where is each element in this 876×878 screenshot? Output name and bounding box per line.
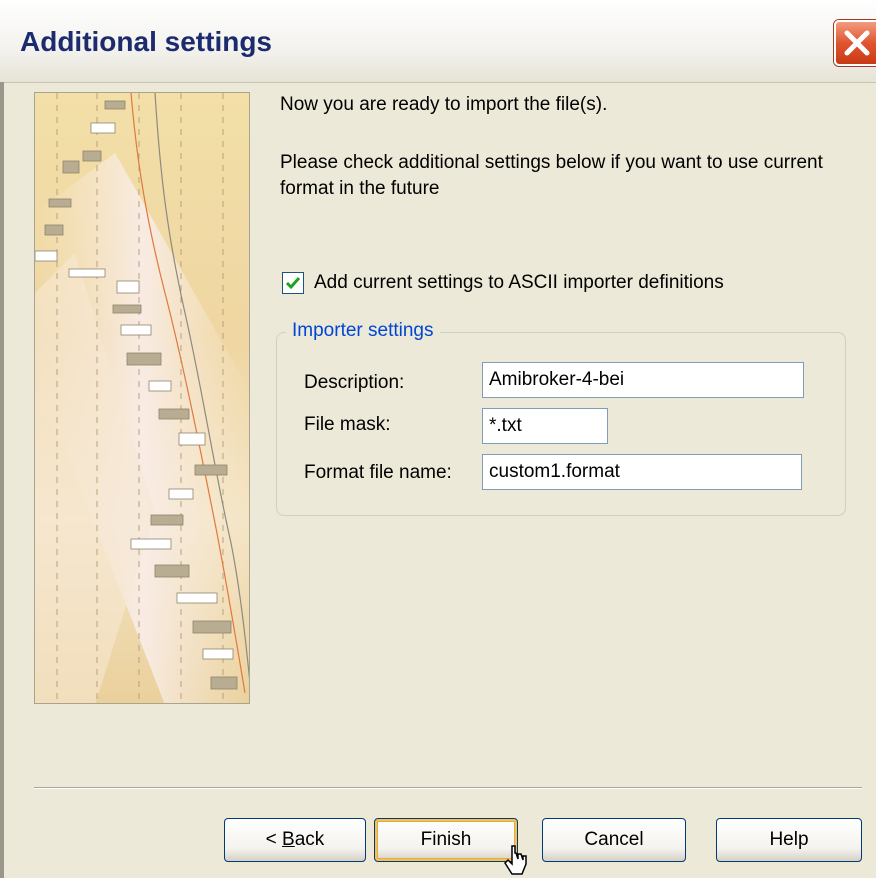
add-settings-checkbox[interactable] [282,272,304,294]
help-button[interactable]: Help [716,818,862,862]
chart-artwork [35,93,249,703]
importer-settings-legend: Importer settings [286,320,440,342]
finish-button[interactable]: Finish [374,818,518,862]
window-left-border [0,82,4,878]
checkmark-icon [285,277,301,290]
format-file-name-input[interactable]: custom1.format [482,454,802,490]
close-icon [844,30,870,56]
button-separator [34,787,862,789]
description-label: Description: [304,372,405,393]
format-file-name-label: Format file name: [304,462,452,483]
description-input[interactable]: Amibroker-4-bei [482,362,804,398]
back-button-prefix: < [265,829,283,850]
back-button-rest: ack [294,829,325,850]
back-button[interactable]: < Back [224,818,366,862]
add-settings-checkbox-label[interactable]: Add current settings to ASCII importer d… [314,272,724,294]
cancel-button[interactable]: Cancel [542,818,686,862]
file-mask-label: File mask: [304,414,391,435]
close-button[interactable] [834,20,876,66]
wizard-chart-image [34,92,250,704]
window-title: Additional settings [20,26,272,57]
file-mask-input[interactable]: *.txt [482,408,608,444]
mouse-cursor-icon [504,845,527,875]
title-bar[interactable]: Additional settings [0,0,876,83]
intro-text: Now you are ready to import the file(s). [280,94,608,115]
instructions-text: Please check additional settings below i… [280,152,823,199]
back-button-accelerator: B [282,829,295,850]
additional-settings-dialog: Additional settings Now you are ready to… [0,0,876,878]
